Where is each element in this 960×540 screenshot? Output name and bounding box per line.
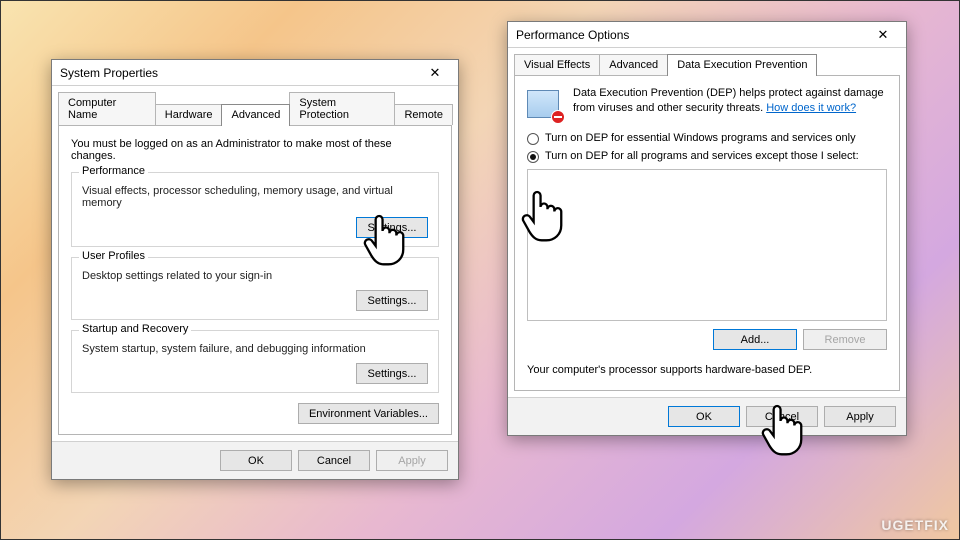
dialog-buttons: OK Cancel Apply [508, 397, 906, 435]
environment-variables-button[interactable]: Environment Variables... [298, 403, 439, 424]
dep-shield-icon [527, 86, 563, 122]
titlebar[interactable]: Performance Options ✕ [508, 22, 906, 48]
window-title: System Properties [60, 66, 158, 80]
group-legend: Startup and Recovery [79, 323, 191, 335]
close-icon[interactable]: ✕ [418, 63, 452, 83]
tab-system-protection[interactable]: System Protection [289, 92, 395, 125]
tab-hardware[interactable]: Hardware [155, 104, 223, 125]
user-profiles-settings-button[interactable]: Settings... [356, 290, 428, 311]
window-title: Performance Options [516, 28, 629, 42]
startup-recovery-settings-button[interactable]: Settings... [356, 363, 428, 384]
group-desc: System startup, system failure, and debu… [82, 343, 428, 355]
add-button[interactable]: Add... [713, 329, 797, 350]
radio-label: Turn on DEP for essential Windows progra… [545, 132, 856, 144]
cancel-button[interactable]: Cancel [746, 406, 818, 427]
dep-radio-essential[interactable]: Turn on DEP for essential Windows progra… [527, 132, 887, 145]
group-legend: Performance [79, 165, 148, 177]
ok-button[interactable]: OK [668, 406, 740, 427]
dep-description: Data Execution Prevention (DEP) helps pr… [573, 86, 887, 116]
ok-button[interactable]: OK [220, 450, 292, 471]
cancel-button[interactable]: Cancel [298, 450, 370, 471]
radio-icon [527, 133, 539, 145]
system-properties-window: System Properties ✕ Computer Name Hardwa… [51, 59, 459, 480]
tab-advanced[interactable]: Advanced [221, 104, 290, 126]
group-legend: User Profiles [79, 250, 148, 262]
remove-button[interactable]: Remove [803, 329, 887, 350]
tabstrip: Computer Name Hardware Advanced System P… [52, 86, 458, 125]
watermark-text: UGETFIX [881, 517, 949, 533]
radio-label: Turn on DEP for all programs and service… [545, 150, 859, 162]
close-icon[interactable]: ✕ [866, 25, 900, 45]
group-desc: Visual effects, processor scheduling, me… [82, 185, 428, 209]
tab-advanced[interactable]: Advanced [599, 54, 668, 75]
performance-group: Performance Visual effects, processor sc… [71, 172, 439, 247]
tab-computer-name[interactable]: Computer Name [58, 92, 156, 125]
tab-dep[interactable]: Data Execution Prevention [667, 54, 817, 76]
apply-button[interactable]: Apply [376, 450, 448, 471]
titlebar[interactable]: System Properties ✕ [52, 60, 458, 86]
dialog-buttons: OK Cancel Apply [52, 441, 458, 479]
dep-radio-all[interactable]: Turn on DEP for all programs and service… [527, 150, 887, 163]
dep-how-link[interactable]: How does it work? [766, 102, 856, 114]
performance-options-window: Performance Options ✕ Visual Effects Adv… [507, 21, 907, 436]
radio-icon [527, 151, 539, 163]
tab-visual-effects[interactable]: Visual Effects [514, 54, 600, 75]
admin-intro-text: You must be logged on as an Administrato… [71, 138, 439, 162]
dep-status-text: Your computer's processor supports hardw… [527, 364, 887, 376]
tabstrip: Visual Effects Advanced Data Execution P… [508, 48, 906, 75]
user-profiles-group: User Profiles Desktop settings related t… [71, 257, 439, 320]
apply-button[interactable]: Apply [824, 406, 896, 427]
group-desc: Desktop settings related to your sign-in [82, 270, 428, 282]
tab-remote[interactable]: Remote [394, 104, 453, 125]
tab-content-dep: Data Execution Prevention (DEP) helps pr… [514, 75, 900, 391]
startup-recovery-group: Startup and Recovery System startup, sys… [71, 330, 439, 393]
tab-content-advanced: You must be logged on as an Administrato… [58, 125, 452, 435]
dep-exception-list[interactable] [527, 169, 887, 321]
performance-settings-button[interactable]: Settings... [356, 217, 428, 238]
